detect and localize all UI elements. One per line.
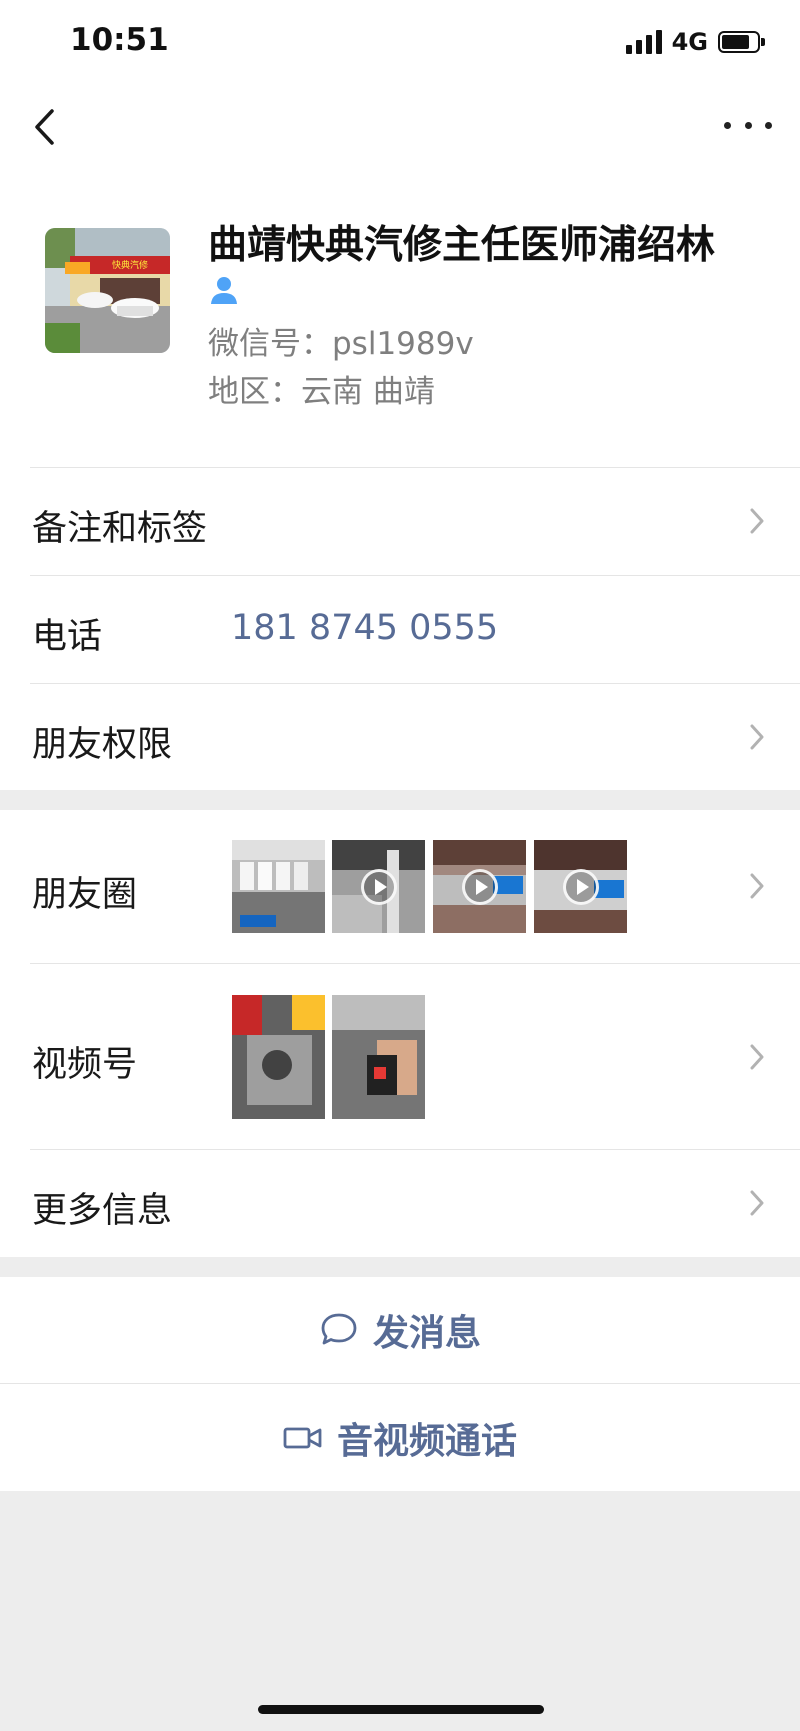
region: 地区：云南 曲靖 [208,366,435,411]
home-indicator[interactable] [258,1705,544,1714]
send-message-label: 发消息 [372,1313,481,1354]
nickname: 曲靖快典汽修主任医师浦绍林 [208,223,716,268]
remarks-row[interactable]: 备注和标签 [0,468,800,575]
signal-icon [625,30,662,54]
network-type: 4G [671,28,708,56]
moments-label: 朋友圈 [32,875,138,915]
friend-permissions-row[interactable]: 朋友权限 [0,684,800,790]
play-icon [461,868,498,905]
video-camera-icon [283,1427,322,1448]
av-call-button[interactable]: 音视频通话 [0,1384,800,1491]
person-icon [211,277,237,304]
av-call-label: 音视频通话 [336,1420,517,1462]
remarks-label: 备注和标签 [32,509,208,549]
chevron-left-icon [35,109,54,145]
section-gap [0,790,800,810]
moments-thumbnail [433,840,526,933]
wechat-id-label: 微信号： [208,326,332,362]
moments-row[interactable]: 朋友圈 [0,810,800,963]
phone-row: 电话 181 8745 0555 [0,576,800,683]
play-icon [360,868,397,905]
moments-thumbnail [332,840,425,933]
channels-thumbnail [332,995,425,1119]
more-options-button[interactable] [724,110,772,140]
back-button[interactable] [28,104,68,150]
chevron-right-icon [750,1044,764,1070]
moments-thumbnail [534,840,627,933]
send-message-button[interactable]: 发消息 [0,1277,800,1383]
moments-thumbnail [232,840,325,933]
chevron-right-icon [750,508,764,534]
ellipsis-icon [724,121,731,129]
chevron-right-icon [750,1190,764,1216]
wechat-id-value: psl1989v [332,326,474,362]
section-gap [0,1257,800,1277]
avatar-image: 快典汽修 0555 [45,228,170,353]
play-icon [562,868,599,905]
chevron-right-icon [750,724,764,750]
avatar[interactable]: 快典汽修 0555 [45,228,170,353]
phone-label: 电话 [32,617,103,657]
channels-row[interactable]: 视频号 [0,964,800,1149]
region-label: 地区： [208,374,301,410]
status-time: 10:51 [70,22,169,58]
more-info-row[interactable]: 更多信息 [0,1150,800,1257]
channels-thumbnail [232,995,325,1119]
battery-icon [718,31,765,53]
status-indicators: 4G [625,28,765,56]
chat-bubble-icon [321,1313,357,1345]
avatar-sign-text: 快典汽修 [112,259,148,271]
friend-permissions-label: 朋友权限 [32,725,173,765]
more-info-label: 更多信息 [32,1191,173,1231]
channels-label: 视频号 [32,1045,138,1085]
phone-number-link[interactable]: 181 8745 0555 [231,608,498,648]
wechat-id: 微信号：psl1989v [208,318,474,363]
region-value: 云南 曲靖 [301,374,435,410]
chevron-right-icon [750,873,764,899]
